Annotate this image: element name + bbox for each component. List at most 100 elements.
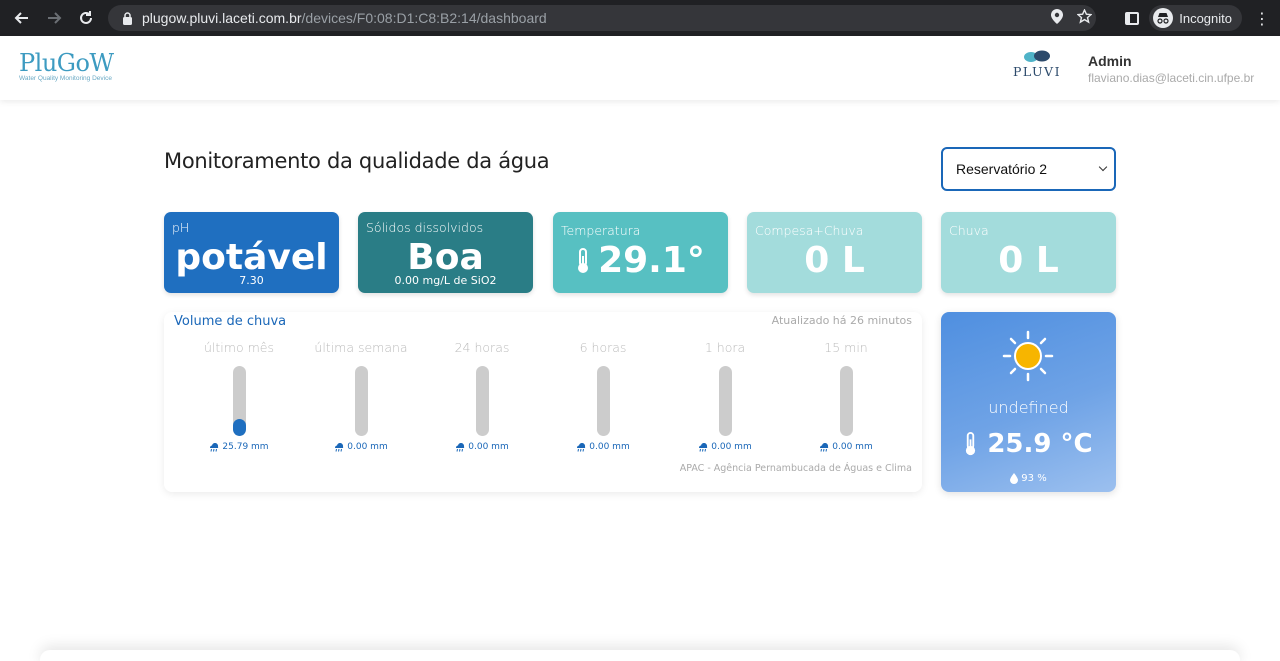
ph-label: pH [172,220,190,235]
rain-volume-title: Volume de chuva [174,314,287,329]
arrow-right-icon [48,12,62,24]
rain-level-bar [839,366,853,436]
rain-level-bar [354,366,368,436]
rain-period-label: 1 hora [704,340,746,355]
incognito-indicator[interactable]: Incognito [1149,5,1242,31]
rain-cloud-icon [577,442,586,452]
arrow-left-icon [14,12,28,24]
solids-card: Sólidos dissolvidos Boa 0.00 mg/L de SiO… [358,212,533,293]
user-email: flaviano.dias@laceti.cin.ufpe.br [1088,71,1255,85]
temperature-card: Temperatura 29.1° [553,212,728,293]
rain-period-label: último mês [204,340,274,355]
reservoir-select-value: Reservatório 2 [956,161,1048,177]
rain-level-bar [718,366,732,436]
weather-condition: undefined [988,398,1069,417]
rain-period-amount: 25.79 mm [222,442,269,452]
ph-card: pH potável 7.30 [164,212,339,293]
rain-cloud-icon [699,442,708,452]
rain-period-label: última semana [314,340,408,355]
temperature-value: 29.1° [598,240,705,281]
chuva-label: Chuva [949,223,989,238]
rain-period-amount: 0.00 mm [347,442,388,452]
rain-period-column: último mês 25.79 mm [179,340,299,452]
weather-temperature: 25.9 °C [987,429,1093,459]
thermometer-icon [578,247,589,273]
chuva-card: Chuva 0 L [941,212,1116,293]
rain-volume-panel: Volume de chuva Atualizado há 26 minutos… [164,312,922,492]
back-button[interactable] [6,0,38,36]
chuva-value: 0 L [998,240,1059,281]
logo-subtitle: Water Quality Monitoring Device [19,75,112,82]
incognito-label: Incognito [1179,10,1232,26]
rain-period-amount: 0.00 mm [468,442,509,452]
pluvi-drops-icon [1008,50,1066,64]
url-text: plugow.pluvi.laceti.com.br/devices/F0:08… [142,10,547,26]
rain-period-column: 6 horas 0.00 mm [543,340,663,452]
lock-icon [120,11,134,25]
bookmark-star-icon[interactable] [1076,7,1093,28]
solids-label: Sólidos dissolvidos [366,220,484,235]
user-name: Admin [1088,53,1132,69]
rain-cloud-icon [335,442,344,452]
temperature-label: Temperatura [561,223,641,238]
rain-period-label: 15 min [824,340,868,355]
rain-period-value: 0.00 mm [543,442,663,452]
sun-icon [1002,330,1054,382]
compesa-chuva-label: Compesa+Chuva [755,223,864,238]
rain-level-bar [475,366,489,436]
rain-cloud-icon [456,442,465,452]
rain-period-value: 0.00 mm [786,442,906,452]
browser-toolbar: plugow.pluvi.laceti.com.br/devices/F0:08… [0,0,1280,36]
rain-cloud-icon [210,442,219,452]
user-info[interactable]: Admin flaviano.dias@laceti.cin.ufpe.br [1088,53,1254,87]
location-pin-icon[interactable] [1051,8,1063,28]
compesa-chuva-value: 0 L [804,240,865,281]
solids-value: Boa [407,237,484,278]
address-bar[interactable]: plugow.pluvi.laceti.com.br/devices/F0:08… [108,5,1096,31]
rain-source: APAC - Agência Pernambucada de Águas e C… [679,463,912,474]
plugow-logo[interactable]: PluGoW Water Quality Monitoring Device [19,50,114,82]
pluvi-logo: PLUVI [1008,50,1066,79]
weather-card: undefined 25.9 °C 93 % [941,312,1116,492]
rain-period-value: 0.00 mm [301,442,421,452]
weather-humidity: 93 % [1021,473,1047,484]
incognito-icon [1153,8,1174,28]
droplet-icon [1010,473,1019,484]
rain-level-bar [232,366,246,436]
url-path: /devices/F0:08:D1:C8:B2:14/dashboard [301,10,547,26]
rain-period-column: 24 horas 0.00 mm [422,340,542,452]
logo-title: PluGoW [19,49,114,77]
reservoir-select[interactable]: Reservatório 2 [941,147,1116,191]
compesa-chuva-card: Compesa+Chuva 0 L [747,212,922,293]
rain-updated-text: Atualizado há 26 minutos [771,314,912,327]
rain-period-amount: 0.00 mm [589,442,630,452]
rain-level-bar [596,366,610,436]
rain-period-column: 15 min 0.00 mm [786,340,906,452]
rain-period-amount: 0.00 mm [832,442,873,452]
reload-button[interactable] [70,0,102,36]
rain-period-column: última semana 0.00 mm [301,340,421,452]
rain-period-amount: 0.00 mm [711,442,752,452]
pluvi-text: PLUVI [1012,64,1062,79]
rain-level-fill [232,418,246,436]
app-header: PluGoW Water Quality Monitoring Device P… [0,36,1280,100]
page-footer-shadow [40,650,1240,661]
ph-numeric: 7.30 [239,274,264,287]
forward-button[interactable] [38,0,70,36]
rain-period-value: 0.00 mm [422,442,542,452]
rain-period-label: 24 horas [454,340,510,355]
page-title: Monitoramento da qualidade da água [164,149,550,173]
solids-sub: 0.00 mg/L de SiO2 [394,274,497,287]
reload-icon [80,11,92,24]
thermometer-icon [966,432,976,456]
ph-value: potável [175,237,328,278]
side-panel-icon[interactable] [1125,11,1140,25]
chevron-down-icon [1098,162,1108,172]
rain-period-label: 6 horas [579,340,627,355]
rain-period-value: 25.79 mm [179,442,299,452]
more-menu-icon[interactable]: ⋮ [1252,9,1272,28]
rain-period-value: 0.00 mm [665,442,785,452]
url-host: plugow.pluvi.laceti.com.br [142,10,302,26]
rain-cloud-icon [820,442,829,452]
rain-period-column: 1 hora 0.00 mm [665,340,785,452]
